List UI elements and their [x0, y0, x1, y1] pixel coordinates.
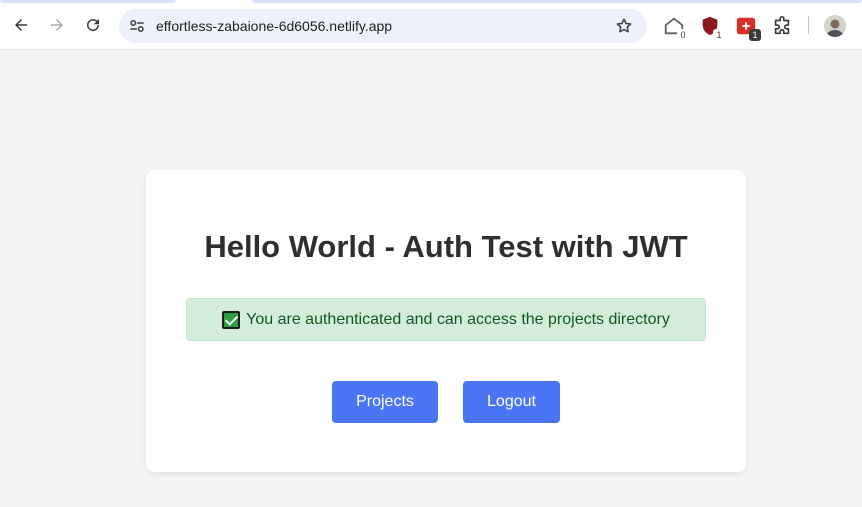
extensions-menu-button[interactable] [771, 15, 793, 37]
check-mark-icon [222, 310, 241, 329]
forward-button[interactable] [43, 11, 71, 39]
toolbar-separator [808, 16, 809, 34]
bookmark-star-icon[interactable] [615, 17, 633, 35]
profile-photo-icon [824, 15, 846, 37]
address-bar[interactable]: effortless-zabaione-6d6056.netlify.app [119, 9, 647, 43]
auth-status-alert: You are authenticated and can access the… [186, 298, 706, 341]
browser-toolbar: effortless-zabaione-6d6056.netlify.app 0… [0, 0, 862, 50]
reload-icon [87, 19, 100, 32]
forward-arrow-icon [51, 19, 63, 31]
extension-shield[interactable]: 1 [699, 15, 725, 41]
extension-badge: 0 [677, 29, 689, 41]
reload-button[interactable] [79, 11, 107, 39]
back-arrow-icon [15, 19, 27, 31]
back-button[interactable] [7, 11, 35, 39]
extension-home[interactable]: 0 [663, 15, 689, 41]
url-text[interactable]: effortless-zabaione-6d6056.netlify.app [156, 18, 392, 34]
extension-badge: 1 [713, 29, 725, 41]
auth-card: Hello World - Auth Test with JWT You are… [146, 170, 746, 472]
page-title: Hello World - Auth Test with JWT [204, 229, 688, 264]
profile-avatar[interactable] [824, 15, 846, 37]
extension-plus[interactable]: 1 [735, 15, 761, 41]
auth-status-text: You are authenticated and can access the… [246, 310, 670, 328]
tab-strip-edge [252, 0, 862, 3]
puzzle-piece-icon [774, 16, 790, 35]
tab-strip-edge [0, 0, 176, 3]
site-settings-icon[interactable] [128, 17, 146, 35]
projects-button[interactable]: Projects [332, 381, 438, 423]
extension-badge: 1 [749, 29, 761, 41]
logout-button[interactable]: Logout [463, 381, 560, 423]
